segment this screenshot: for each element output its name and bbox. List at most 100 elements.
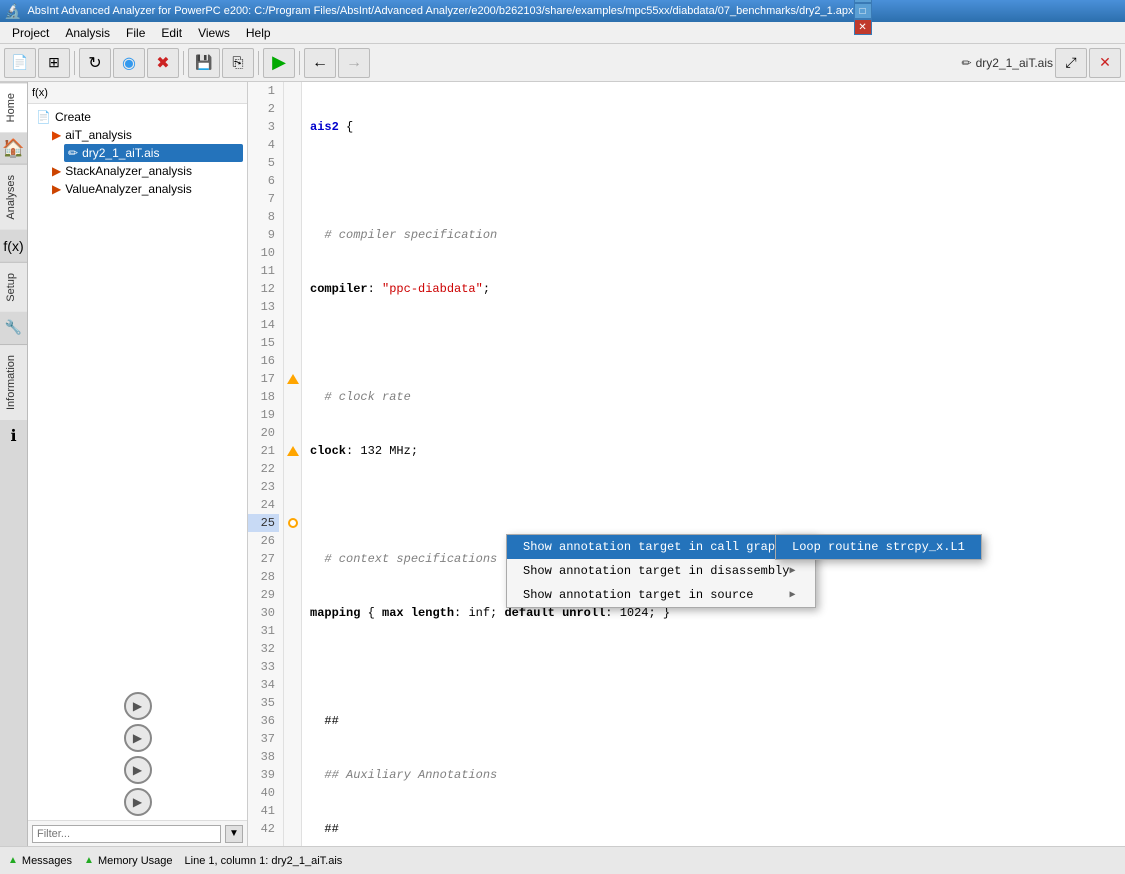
gutter-32 xyxy=(284,640,301,658)
run-btn-3[interactable]: ▶ xyxy=(124,756,152,784)
marker-25-icon xyxy=(288,518,298,528)
line-3: 3 xyxy=(248,118,279,136)
submenu-item-loop[interactable]: Loop routine strcpy_x.L1 xyxy=(776,535,981,559)
toolbar-cross-btn[interactable]: ✖ xyxy=(147,48,179,78)
gutter-12 xyxy=(284,280,301,298)
line-13: 13 xyxy=(248,298,279,316)
toolbar-expand-btn[interactable]: ⤢ xyxy=(1055,48,1087,78)
code-content[interactable]: ais2 { # compiler specification compiler… xyxy=(302,82,1125,846)
code-line-7: clock: 132 MHz; xyxy=(310,442,1117,460)
line-8: 8 xyxy=(248,208,279,226)
fwd-icon: → xyxy=(346,54,362,72)
toolbar-file-btn[interactable]: 📄 xyxy=(4,48,36,78)
messages-triangle-icon: ▲ xyxy=(8,855,18,866)
line-numbers: 1 2 3 4 5 6 7 8 9 10 11 12 13 14 15 16 1… xyxy=(248,82,284,846)
run-btn-4[interactable]: ▶ xyxy=(124,788,152,816)
save2-icon: ⎘ xyxy=(232,54,243,71)
gutter-16 xyxy=(284,352,301,370)
line-9: 9 xyxy=(248,226,279,244)
code-line-2 xyxy=(310,172,1117,190)
menu-project[interactable]: Project xyxy=(4,24,57,42)
gutter-37 xyxy=(284,730,301,748)
ctx-item-disassembly[interactable]: Show annotation target in disassembly ▶ xyxy=(507,559,815,583)
status-messages[interactable]: ▲ Messages xyxy=(8,855,72,867)
menu-analysis[interactable]: Analysis xyxy=(57,24,118,42)
gutter-28 xyxy=(284,568,301,586)
close-icon: ✕ xyxy=(1099,54,1111,71)
tree-ait[interactable]: ▶ aiT_analysis xyxy=(48,126,243,144)
gutter xyxy=(284,82,302,846)
line-10: 10 xyxy=(248,244,279,262)
marker-17-icon xyxy=(287,374,299,384)
code-line-13: ## Auxiliary Annotations xyxy=(310,766,1117,784)
status-bar: ▲ Messages ▲ Memory Usage Line 1, column… xyxy=(0,846,1125,874)
gutter-13 xyxy=(284,298,301,316)
gutter-18 xyxy=(284,388,301,406)
line-29: 29 xyxy=(248,586,279,604)
filter-bar: ▼ xyxy=(28,820,247,846)
gutter-17 xyxy=(284,370,301,388)
line-19: 19 xyxy=(248,406,279,424)
menu-edit[interactable]: Edit xyxy=(153,24,190,42)
toolbar-pie-btn[interactable]: ◉ xyxy=(113,48,145,78)
tree-dry2[interactable]: ✏ dry2_1_aiT.ais xyxy=(64,144,243,162)
vtab-analyses[interactable]: Analyses xyxy=(0,164,27,230)
gutter-7 xyxy=(284,190,301,208)
side-tabs: Home 🏠 Analyses f(x) Setup 🔧 Information… xyxy=(0,82,28,846)
toolbar-run-btn[interactable]: ▶ xyxy=(263,48,295,78)
line-20: 20 xyxy=(248,424,279,442)
gutter-5 xyxy=(284,154,301,172)
ctx-source-label: Show annotation target in source xyxy=(523,588,753,602)
gutter-25 xyxy=(284,514,301,532)
toolbar-close-btn[interactable]: ✕ xyxy=(1089,48,1121,78)
tree-stack[interactable]: ▶ StackAnalyzer_analysis xyxy=(48,162,243,180)
vtab-information[interactable]: Information xyxy=(0,344,27,420)
ctx-item-callgraph[interactable]: Show annotation target in call graph ▶ xyxy=(507,535,815,559)
run-btn-2[interactable]: ▶ xyxy=(124,724,152,752)
line-26: 26 xyxy=(248,532,279,550)
toolbar-back-btn[interactable]: ← xyxy=(304,48,336,78)
gutter-42 xyxy=(284,820,301,838)
toolbar-save-btn[interactable]: 💾 xyxy=(188,48,220,78)
editor-area[interactable]: 1 2 3 4 5 6 7 8 9 10 11 12 13 14 15 16 1… xyxy=(248,82,1125,846)
ctx-item-source[interactable]: Show annotation target in source ▶ xyxy=(507,583,815,607)
line-6: 6 xyxy=(248,172,279,190)
line-34: 34 xyxy=(248,676,279,694)
close-button[interactable]: ✕ xyxy=(854,19,872,35)
filter-down-btn[interactable]: ▼ xyxy=(225,825,243,843)
toolbar-fwd-btn[interactable]: → xyxy=(338,48,370,78)
toolbar: 📄 ⊞ ↻ ◉ ✖ 💾 ⎘ ▶ ← → ✏ dry2_1_aiT.ais ⤢ ✕ xyxy=(0,44,1125,82)
line-11: 11 xyxy=(248,262,279,280)
toolbar-grid-btn[interactable]: ⊞ xyxy=(38,48,70,78)
title-controls: ─ □ ✕ xyxy=(854,0,872,35)
left-panel-toolbar: f(x) xyxy=(28,82,247,104)
run-icon-2: ▶ xyxy=(133,731,142,745)
run-btn-1[interactable]: ▶ xyxy=(124,692,152,720)
menu-views[interactable]: Views xyxy=(190,24,238,42)
tree-value[interactable]: ▶ ValueAnalyzer_analysis xyxy=(48,180,243,198)
analyses-icon: f(x) xyxy=(2,234,26,258)
vtab-home[interactable]: Home xyxy=(0,82,27,132)
vtab-setup[interactable]: Setup xyxy=(0,262,27,312)
gutter-34 xyxy=(284,676,301,694)
line-16: 16 xyxy=(248,352,279,370)
maximize-button[interactable]: □ xyxy=(854,3,872,19)
dry2-label: dry2_1_aiT.ais xyxy=(82,146,159,160)
toolbar-sep4 xyxy=(299,51,300,75)
gutter-14 xyxy=(284,316,301,334)
tree-create[interactable]: 📄 Create xyxy=(32,108,243,126)
line-31: 31 xyxy=(248,622,279,640)
code-line-8 xyxy=(310,496,1117,514)
filter-input[interactable] xyxy=(32,825,221,843)
status-memory[interactable]: ▲ Memory Usage xyxy=(84,855,172,867)
code-line-14: ## xyxy=(310,820,1117,838)
stack-icon: ▶ xyxy=(52,164,61,178)
code-line-4: compiler: "ppc-diabdata"; xyxy=(310,280,1117,298)
gutter-24 xyxy=(284,496,301,514)
menu-help[interactable]: Help xyxy=(238,24,279,42)
menu-file[interactable]: File xyxy=(118,24,153,42)
grid-icon: ⊞ xyxy=(48,54,60,71)
toolbar-save2-btn[interactable]: ⎘ xyxy=(222,48,254,78)
line-35: 35 xyxy=(248,694,279,712)
toolbar-refresh-btn[interactable]: ↻ xyxy=(79,48,111,78)
